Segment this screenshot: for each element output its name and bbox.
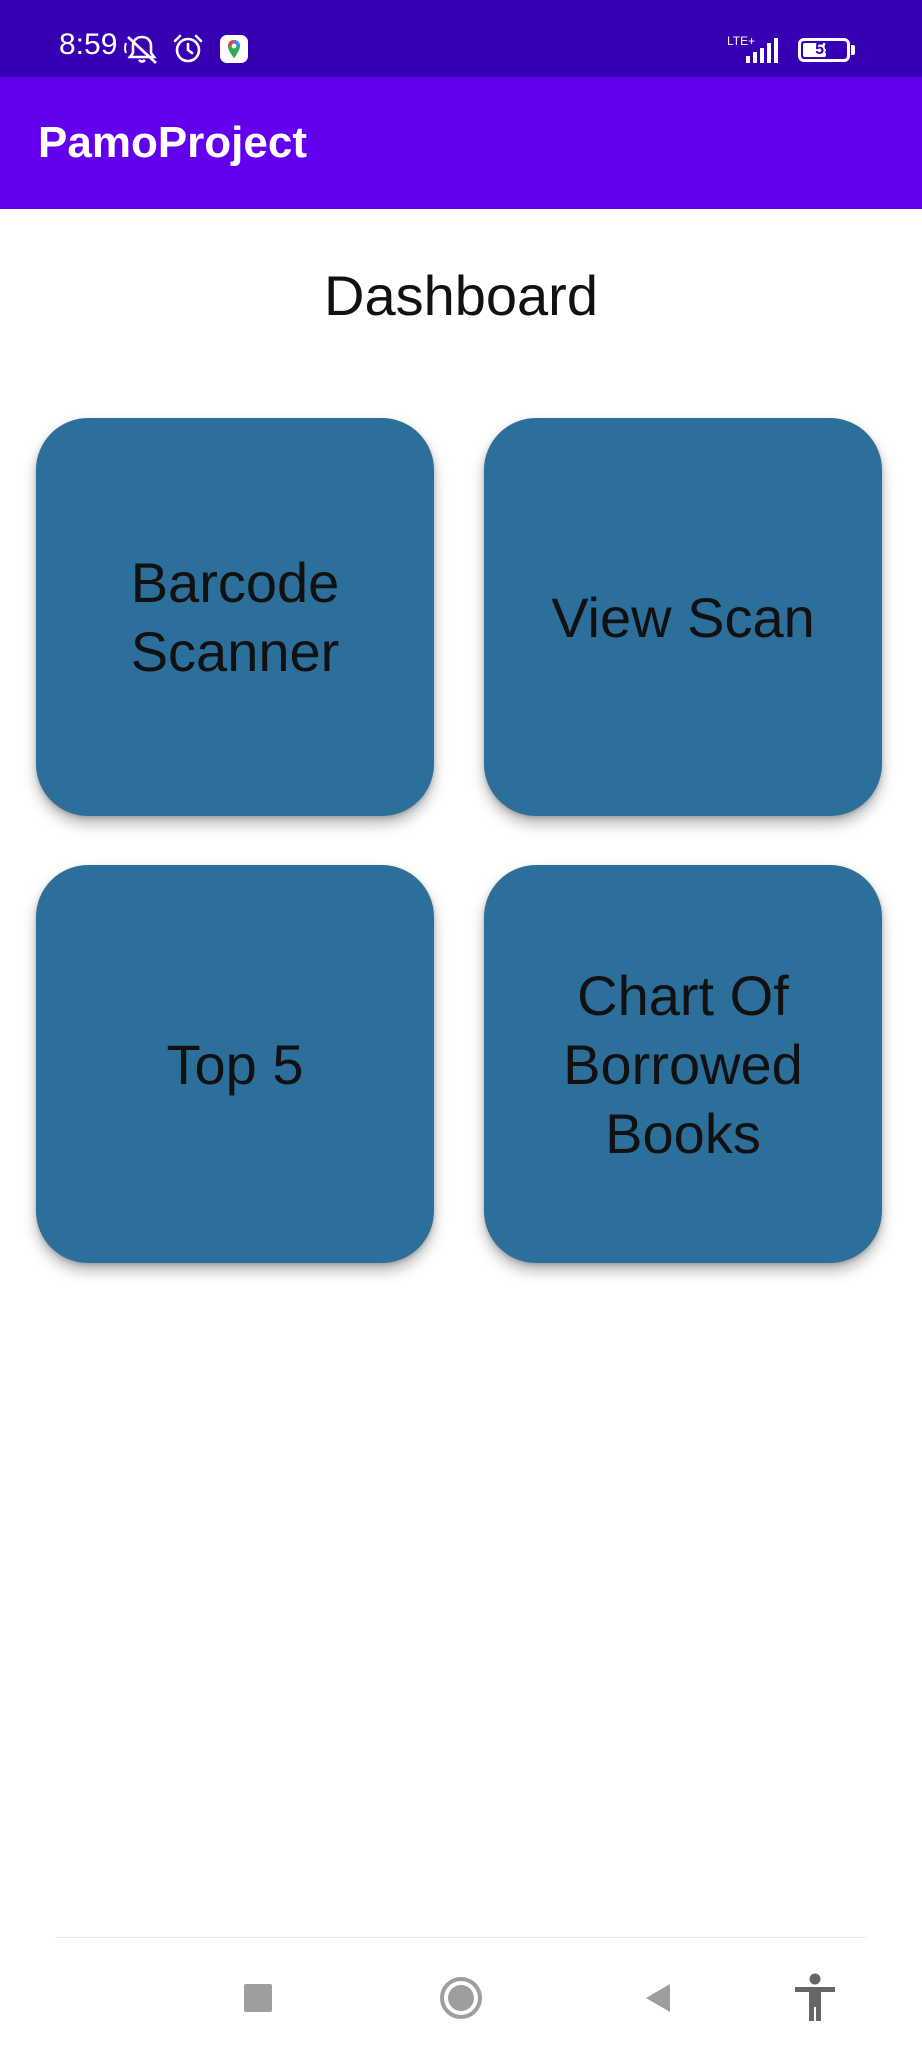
accessibility-icon[interactable]: [783, 1966, 847, 2030]
chart-of-borrowed-books-label: Chart Of Borrowed Books: [563, 963, 803, 1165]
app-bar: PamoProject: [0, 77, 922, 209]
page-title: Dashboard: [324, 264, 598, 327]
recents-icon[interactable]: [226, 1966, 290, 2030]
top-5-label: Top 5: [166, 1032, 304, 1096]
app-title: PamoProject: [38, 118, 307, 167]
home-icon[interactable]: [429, 1966, 493, 2030]
nav-divider: [55, 1937, 867, 1938]
battery-icon: 59: [798, 38, 850, 62]
top-5-button[interactable]: Top 5: [36, 865, 434, 1263]
view-scan-button[interactable]: View Scan: [484, 418, 882, 816]
maps-icon: [218, 33, 250, 65]
muted-icon: [124, 33, 157, 65]
alarm-icon: [172, 33, 204, 65]
chart-of-borrowed-books-button[interactable]: Chart Of Borrowed Books: [484, 865, 882, 1263]
barcode-scanner-button[interactable]: Barcode Scanner: [36, 418, 434, 816]
signal-icon: [744, 36, 778, 68]
battery-label: 59: [815, 41, 833, 58]
status-bar: 8:59 LTE+ 59: [0, 0, 922, 77]
battery-tip: [851, 45, 855, 55]
barcode-scanner-label: Barcode Scanner: [130, 551, 340, 683]
status-time: 8:59: [59, 28, 118, 61]
view-scan-label: View Scan: [551, 585, 815, 649]
back-icon[interactable]: [626, 1966, 690, 2030]
